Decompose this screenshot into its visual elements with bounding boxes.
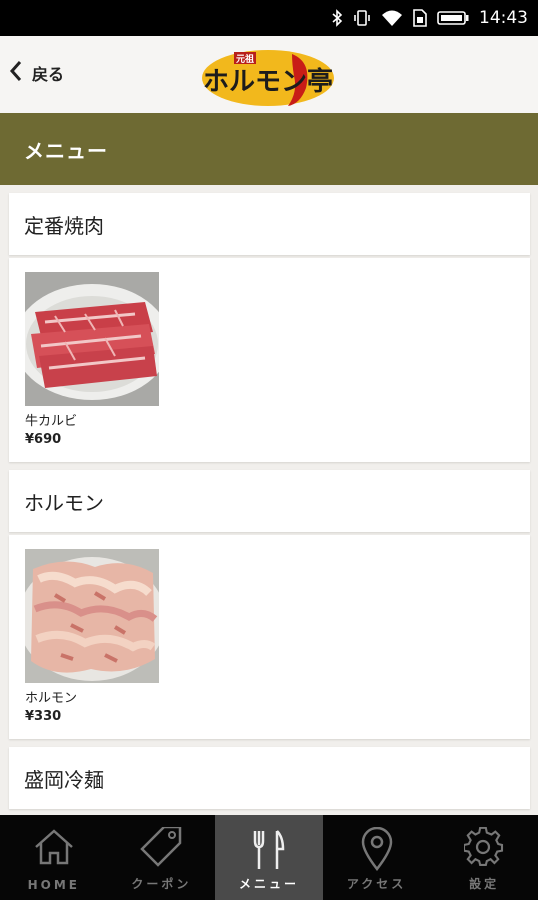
vibrate-icon — [353, 9, 371, 27]
item-name: ホルモン — [25, 691, 78, 706]
tab-menu[interactable]: メニュー — [215, 815, 323, 900]
svg-text:ホルモン亭: ホルモン亭 — [203, 66, 333, 97]
back-button[interactable]: 戻る — [8, 58, 64, 88]
menu-list[interactable]: 定番焼肉 牛カルビ ¥690 ホルモン ホルモン ¥330 盛岡冷麺 — [0, 185, 538, 815]
tab-coupon[interactable]: クーポン — [108, 815, 216, 900]
clock-time: 14:43 — [479, 8, 528, 28]
tab-label: アクセス — [346, 877, 407, 891]
item-photo-horumon[interactable] — [25, 549, 159, 683]
category-title: 定番焼肉 — [24, 213, 104, 238]
gear-icon — [463, 826, 504, 870]
category-title: ホルモン — [24, 490, 104, 515]
menu-item-card[interactable]: 牛カルビ ¥690 — [9, 258, 530, 462]
item-price: ¥330 — [25, 709, 62, 724]
status-bar: 14:43 — [0, 0, 538, 36]
tab-label: 設定 — [469, 877, 500, 891]
chevron-left-icon — [8, 59, 24, 87]
category-header[interactable]: ホルモン — [9, 470, 530, 532]
bottom-tab-bar: HOME クーポン メニュー アクセス 設定 — [0, 815, 538, 900]
item-photo-beef-kalbi[interactable] — [25, 272, 159, 406]
page-title-bar: メニュー — [0, 113, 538, 185]
app-header: 戻る 元祖 ホルモン亭 — [0, 36, 538, 113]
tab-label: クーポン — [131, 877, 192, 891]
bluetooth-icon — [331, 9, 343, 27]
coupon-tag-icon — [138, 825, 184, 870]
category-title: 盛岡冷麺 — [24, 767, 104, 792]
category-header[interactable]: 盛岡冷麺 — [9, 747, 530, 809]
tab-label: メニュー — [238, 877, 299, 891]
sim-card-icon — [413, 9, 427, 27]
wifi-icon — [381, 9, 403, 27]
tab-label: HOME — [27, 878, 80, 892]
battery-icon — [437, 10, 469, 26]
location-pin-icon — [361, 826, 393, 874]
item-price: ¥690 — [25, 432, 62, 447]
page-title: メニュー — [24, 138, 108, 163]
category-header[interactable]: 定番焼肉 — [9, 193, 530, 255]
svg-text:元祖: 元祖 — [236, 53, 254, 65]
tab-settings[interactable]: 設定 — [430, 815, 538, 900]
fork-knife-icon — [249, 827, 289, 874]
home-icon — [32, 827, 76, 870]
tab-access[interactable]: アクセス — [323, 815, 431, 900]
item-name: 牛カルビ — [25, 414, 78, 429]
menu-item-card[interactable]: ホルモン ¥330 — [9, 535, 530, 739]
back-label: 戻る — [32, 65, 65, 84]
restaurant-logo: 元祖 ホルモン亭 — [200, 44, 336, 108]
tab-home[interactable]: HOME — [0, 815, 108, 900]
